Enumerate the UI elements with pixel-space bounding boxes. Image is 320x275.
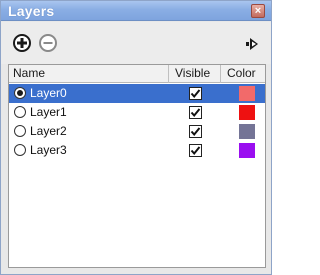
layer-row[interactable]: Layer1 <box>9 103 265 122</box>
layers-toolbar <box>1 22 271 64</box>
checkmark-icon <box>190 146 201 156</box>
checkmark-icon <box>190 127 201 137</box>
layer-name: Layer0 <box>30 86 67 100</box>
layers-panel: Layers × Name Visible Color Layer0 Layer… <box>0 0 272 275</box>
layer-color-swatch[interactable] <box>239 143 255 158</box>
layer-name: Layer2 <box>30 124 67 138</box>
checkmark-icon <box>190 108 201 118</box>
close-button[interactable]: × <box>251 4 265 18</box>
active-layer-radio[interactable] <box>14 125 26 137</box>
radio-dot-icon <box>17 90 23 96</box>
details-arrow-icon <box>246 38 258 50</box>
active-layer-radio[interactable] <box>14 144 26 156</box>
visible-checkbox[interactable] <box>189 106 202 119</box>
layer-row[interactable]: Layer3 <box>9 141 265 160</box>
layer-color-swatch[interactable] <box>239 124 255 139</box>
remove-layer-icon <box>43 42 53 44</box>
add-layer-icon <box>17 38 27 48</box>
column-header-color[interactable]: Color <box>221 65 267 83</box>
layers-list: Name Visible Color Layer0 Layer1 Layer2 Lay… <box>8 64 266 268</box>
column-header-name[interactable]: Name <box>9 65 169 83</box>
layer-row[interactable]: Layer0 <box>9 84 265 103</box>
visible-checkbox[interactable] <box>189 87 202 100</box>
layer-color-swatch[interactable] <box>239 86 255 101</box>
column-header-visible[interactable]: Visible <box>169 65 221 83</box>
add-layer-button[interactable] <box>13 34 31 52</box>
visible-checkbox[interactable] <box>189 125 202 138</box>
checkmark-icon <box>190 89 201 99</box>
active-layer-radio[interactable] <box>14 106 26 118</box>
panel-title: Layers <box>8 3 55 19</box>
details-button[interactable] <box>245 36 261 52</box>
list-header: Name Visible Color <box>9 65 265 83</box>
layer-row[interactable]: Layer2 <box>9 122 265 141</box>
layer-name: Layer1 <box>30 105 67 119</box>
layer-name: Layer3 <box>30 143 67 157</box>
active-layer-radio[interactable] <box>14 87 26 99</box>
visible-checkbox[interactable] <box>189 144 202 157</box>
layer-color-swatch[interactable] <box>239 105 255 120</box>
remove-layer-button[interactable] <box>39 34 57 52</box>
panel-titlebar[interactable]: Layers × <box>1 1 271 21</box>
